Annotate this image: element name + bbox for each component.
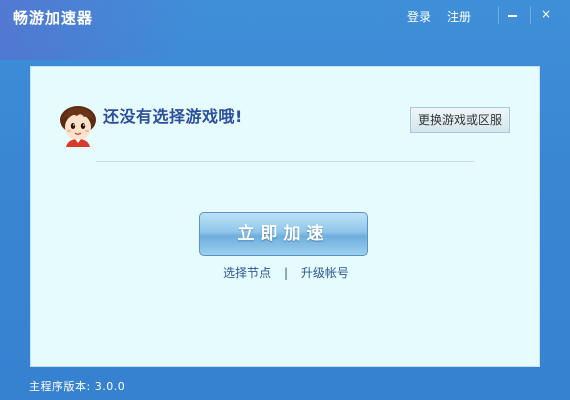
close-icon: × bbox=[540, 7, 552, 21]
register-link[interactable]: 注册 bbox=[447, 8, 471, 25]
app-window: 畅游加速器 登录 注册 × 还没有选择游戏哦! 更换游戏或区服 立即加速 选择节… bbox=[0, 0, 570, 400]
close-button[interactable]: × bbox=[530, 6, 561, 24]
main-panel: 还没有选择游戏哦! 更换游戏或区服 立即加速 选择节点 | 升级帐号 bbox=[30, 66, 540, 367]
login-link[interactable]: 登录 bbox=[407, 8, 431, 25]
upgrade-account-link[interactable]: 升级帐号 bbox=[301, 266, 349, 280]
no-game-selected-message: 还没有选择游戏哦! bbox=[103, 107, 243, 126]
minimize-icon bbox=[508, 15, 517, 17]
bottom-links: 选择节点 | 升级帐号 bbox=[31, 264, 541, 281]
select-node-link[interactable]: 选择节点 bbox=[223, 266, 271, 280]
cartoon-boy-avatar-icon bbox=[60, 106, 96, 147]
link-separator: | bbox=[283, 266, 289, 280]
accelerate-now-button[interactable]: 立即加速 bbox=[199, 212, 368, 256]
program-version: 主程序版本: 3.0.0 bbox=[29, 380, 126, 393]
divider bbox=[96, 161, 474, 162]
minimize-button[interactable] bbox=[498, 6, 525, 24]
change-game-or-server-button[interactable]: 更换游戏或区服 bbox=[410, 107, 510, 133]
window-title: 畅游加速器 bbox=[13, 9, 94, 27]
